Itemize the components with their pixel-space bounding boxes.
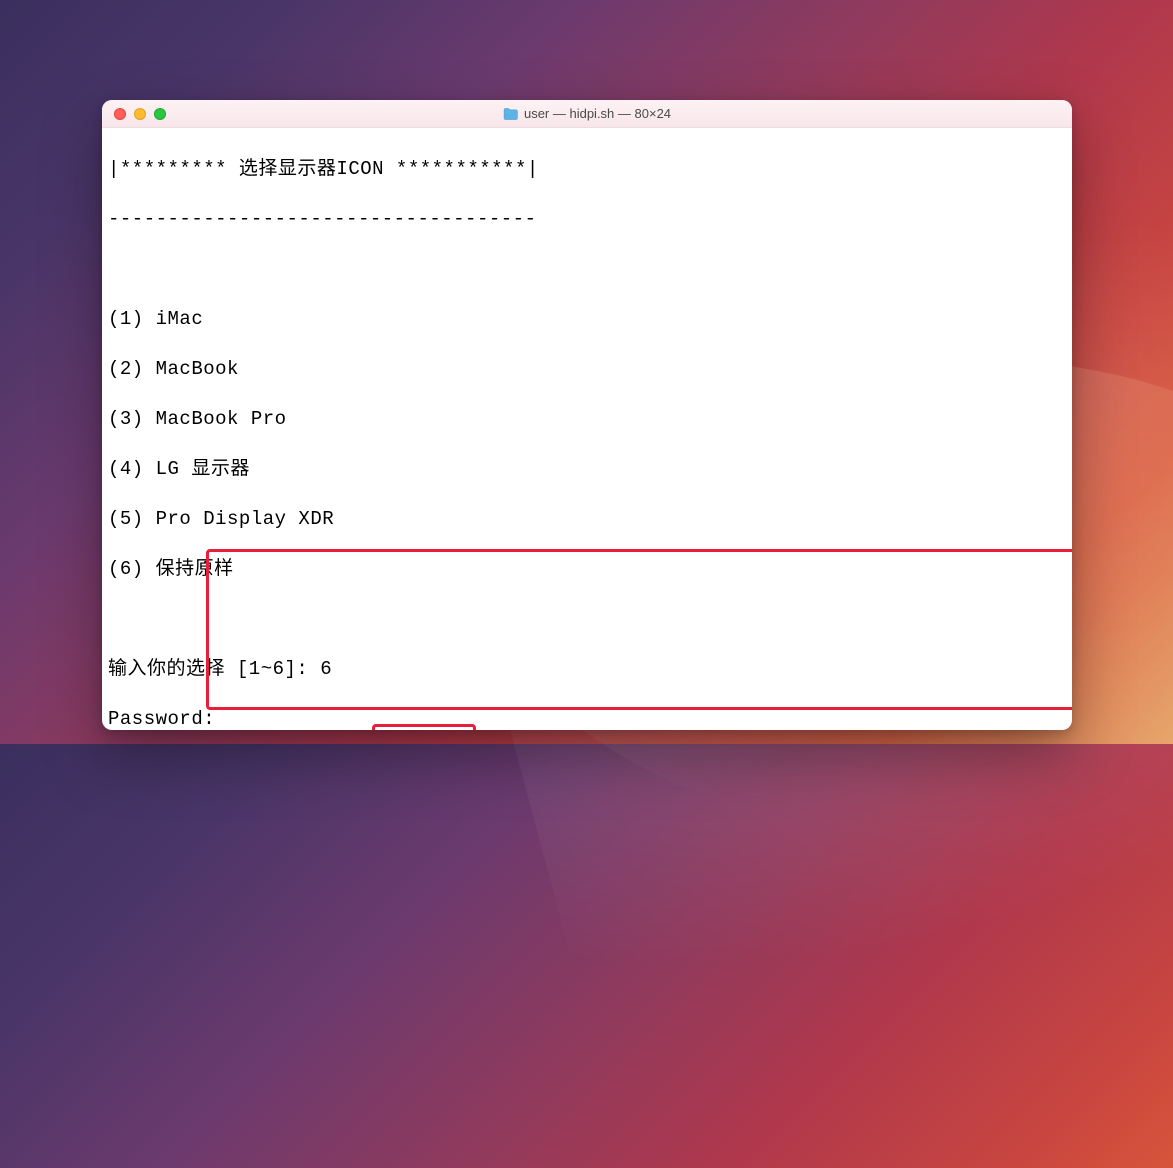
- maximize-button[interactable]: [154, 108, 166, 120]
- password-prompt: Password:: [108, 707, 1066, 730]
- terminal-window: user — hidpi.sh — 80×24 |********* 选择显示器…: [102, 100, 1072, 730]
- option-item: (2) MacBook: [108, 357, 1066, 382]
- divider: ------------------------------------: [108, 207, 1066, 232]
- input-prompt: 输入你的选择 [1~6]: 6: [108, 657, 1066, 682]
- minimize-button[interactable]: [134, 108, 146, 120]
- folder-icon: [503, 108, 518, 120]
- option-item: (3) MacBook Pro: [108, 407, 1066, 432]
- option-item: (6) 保持原样: [108, 557, 1066, 582]
- traffic-lights: [102, 108, 166, 120]
- option-item: (4) LG 显示器: [108, 457, 1066, 482]
- terminal-content[interactable]: |********* 选择显示器ICON ***********| ------…: [102, 128, 1072, 730]
- titlebar: user — hidpi.sh — 80×24: [102, 100, 1072, 128]
- close-button[interactable]: [114, 108, 126, 120]
- blank-line: [108, 607, 1066, 632]
- option-item: (1) iMac: [108, 307, 1066, 332]
- window-title: user — hidpi.sh — 80×24: [102, 106, 1072, 121]
- window-title-text: user — hidpi.sh — 80×24: [524, 106, 671, 121]
- option-item: (5) Pro Display XDR: [108, 507, 1066, 532]
- blank-line: [108, 257, 1066, 282]
- section-header: |********* 选择显示器ICON ***********|: [108, 157, 1066, 182]
